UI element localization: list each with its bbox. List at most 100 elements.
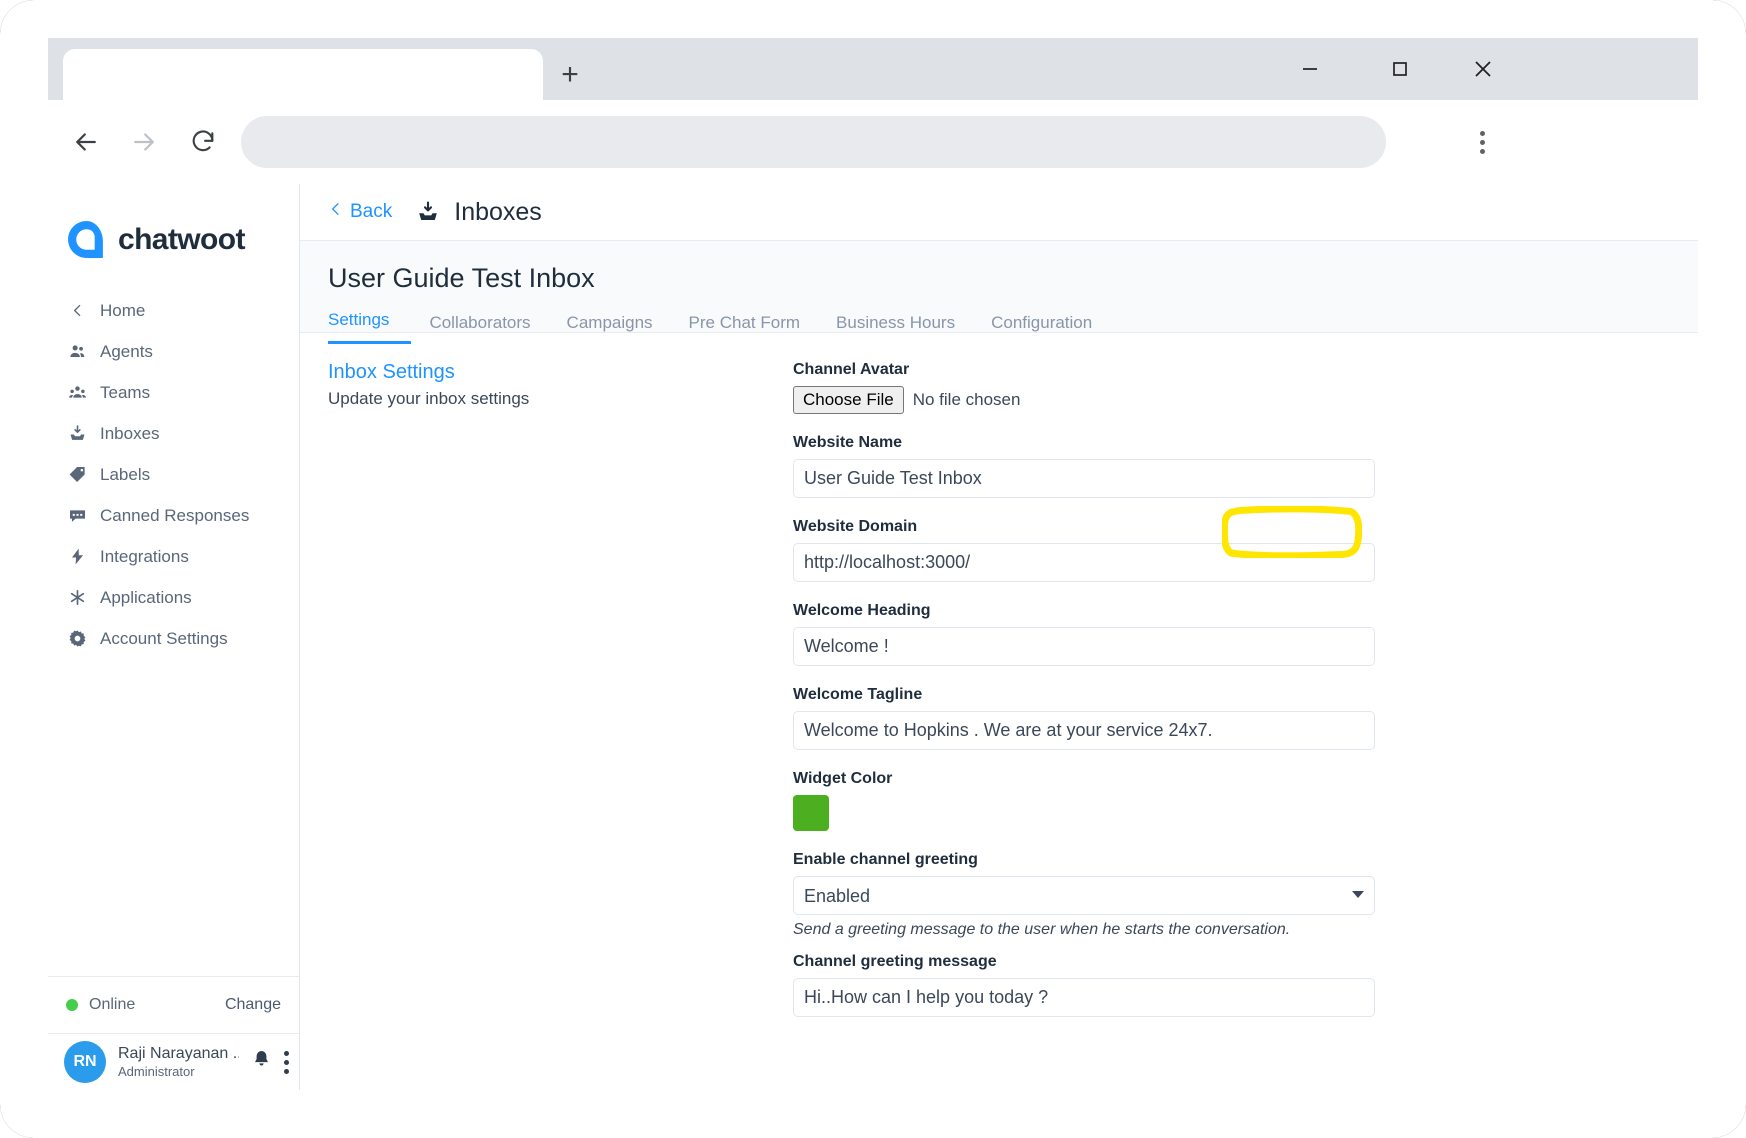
sidebar-bottom: Online Change RN Raji Narayanan ... Admi… xyxy=(48,976,299,1090)
file-status-text: No file chosen xyxy=(912,390,1021,409)
sidebar-item-agents[interactable]: Agents xyxy=(48,331,299,372)
channel-avatar-label: Channel Avatar xyxy=(793,361,910,378)
sidebar-item-label: Labels xyxy=(100,464,151,484)
channel-greeting-message-input[interactable] xyxy=(793,978,1375,1017)
inbox-icon xyxy=(68,424,87,443)
enable-channel-greeting-select[interactable]: Enabled Not enabled xyxy=(793,876,1375,915)
website-name-input[interactable] xyxy=(793,459,1375,498)
website-domain-label: Website Domain xyxy=(793,518,918,535)
browser-toolbar xyxy=(48,100,1698,184)
field-welcome-heading: Welcome Heading xyxy=(793,602,1375,666)
welcome-tagline-input[interactable] xyxy=(793,711,1375,750)
settings-body: Inbox Settings Update your inbox setting… xyxy=(300,333,1698,1037)
status-dot-icon xyxy=(66,999,78,1011)
field-website-name: Website Name xyxy=(793,434,1375,498)
browser-tab-strip: + xyxy=(48,38,1698,100)
vertical-dots-icon[interactable] xyxy=(284,1050,289,1074)
website-name-label: Website Name xyxy=(793,434,903,451)
forward-arrow-icon xyxy=(134,133,154,151)
tab-collaborators[interactable]: Collaborators xyxy=(411,313,548,344)
availability-status: Online xyxy=(66,996,135,1014)
inbox-icon xyxy=(416,200,440,224)
chat-bubble-icon xyxy=(68,506,87,525)
profile-row[interactable]: RN Raji Narayanan ... Administrator xyxy=(48,1033,299,1090)
availability-row: Online Change xyxy=(48,976,299,1033)
back-link-label: Back xyxy=(350,201,393,222)
inbox-settings-title: Inbox Settings xyxy=(328,361,455,383)
window-close-button[interactable] xyxy=(1453,46,1513,92)
bolt-icon xyxy=(68,547,87,566)
address-bar[interactable] xyxy=(241,116,1386,168)
device-bezel: + chatwoot Home Agents Teams Inboxes Lab… xyxy=(0,0,1746,1138)
website-domain-input[interactable] xyxy=(793,543,1375,582)
kebab-menu-icon xyxy=(1479,130,1485,154)
browser-forward-button[interactable] xyxy=(120,118,168,166)
field-channel-greeting-message: Channel greeting message xyxy=(793,953,1375,1017)
profile-role: Administrator xyxy=(118,1064,195,1079)
asterisk-icon xyxy=(68,588,87,607)
window-minimize-button[interactable] xyxy=(1280,46,1340,92)
close-icon xyxy=(1475,61,1491,77)
tab-campaigns[interactable]: Campaigns xyxy=(549,313,671,344)
field-channel-avatar: Channel Avatar Choose File No file chose… xyxy=(793,361,1375,414)
chevron-left-icon xyxy=(68,301,87,320)
settings-left-column: Inbox Settings Update your inbox setting… xyxy=(328,361,793,1037)
sidebar-item-inboxes[interactable]: Inboxes xyxy=(48,413,299,454)
field-widget-color: Widget Color xyxy=(793,770,1375,831)
brand-name: chatwoot xyxy=(118,222,245,256)
window-maximize-button[interactable] xyxy=(1370,46,1430,92)
agents-icon xyxy=(68,342,87,361)
browser-menu-button[interactable] xyxy=(1458,118,1506,166)
sidebar-item-home[interactable]: Home xyxy=(48,290,299,331)
browser-tab[interactable] xyxy=(63,49,543,100)
sidebar: chatwoot Home Agents Teams Inboxes Label… xyxy=(48,184,300,1090)
chatwoot-logo-icon xyxy=(68,221,103,258)
browser-reload-button[interactable] xyxy=(179,118,227,166)
welcome-tagline-label: Welcome Tagline xyxy=(793,686,923,703)
sidebar-nav: Home Agents Teams Inboxes Labels Canned … xyxy=(48,290,299,659)
channel-greeting-message-label: Channel greeting message xyxy=(793,953,997,970)
avatar: RN xyxy=(64,1041,106,1083)
page-header-bar: Back Inboxes xyxy=(300,184,1698,241)
sidebar-item-integrations[interactable]: Integrations xyxy=(48,536,299,577)
tab-business-hours[interactable]: Business Hours xyxy=(818,313,973,344)
sidebar-item-canned-responses[interactable]: Canned Responses xyxy=(48,495,299,536)
sidebar-item-label: Integrations xyxy=(100,546,189,566)
field-welcome-tagline: Welcome Tagline xyxy=(793,686,1375,750)
choose-file-button[interactable]: Choose File xyxy=(793,386,904,414)
widget-color-swatch[interactable] xyxy=(793,795,829,831)
bell-icon[interactable] xyxy=(251,1049,272,1075)
tab-settings[interactable]: Settings xyxy=(328,310,412,344)
sidebar-item-teams[interactable]: Teams xyxy=(48,372,299,413)
sidebar-item-labels[interactable]: Labels xyxy=(48,454,299,495)
tab-pre-chat-form[interactable]: Pre Chat Form xyxy=(671,313,818,344)
page-title: Inboxes xyxy=(454,197,542,226)
back-link[interactable]: Back xyxy=(328,201,392,223)
sidebar-item-label: Teams xyxy=(100,382,151,402)
brand-logo-area[interactable]: chatwoot xyxy=(48,184,299,260)
app-viewport: chatwoot Home Agents Teams Inboxes Label… xyxy=(48,184,1698,1090)
sidebar-item-applications[interactable]: Applications xyxy=(48,577,299,618)
sidebar-item-account-settings[interactable]: Account Settings xyxy=(48,618,299,659)
chevron-left-icon xyxy=(328,201,344,223)
inbox-settings-subtitle: Update your inbox settings xyxy=(328,389,530,408)
enable-channel-greeting-label: Enable channel greeting xyxy=(793,851,978,868)
welcome-heading-input[interactable] xyxy=(793,627,1375,666)
status-label: Online xyxy=(89,996,136,1013)
browser-window: + chatwoot Home Agents Teams Inboxes Lab… xyxy=(48,38,1698,1090)
inbox-settings-header: User Guide Test Inbox Settings Collabora… xyxy=(300,241,1698,344)
tab-configuration[interactable]: Configuration xyxy=(973,313,1110,344)
file-input-row: Choose File No file chosen xyxy=(793,386,1375,414)
inbox-name-heading: User Guide Test Inbox xyxy=(328,263,595,293)
welcome-heading-label: Welcome Heading xyxy=(793,602,931,619)
new-tab-button[interactable]: + xyxy=(553,60,587,94)
minimize-icon xyxy=(1303,68,1317,70)
maximize-icon xyxy=(1393,62,1407,76)
widget-color-label: Widget Color xyxy=(793,770,893,787)
sidebar-item-label: Applications xyxy=(100,587,192,607)
back-arrow-icon xyxy=(76,133,96,151)
field-enable-channel-greeting: Enable channel greeting Enabled Not enab… xyxy=(793,851,1375,939)
change-availability-link[interactable]: Change xyxy=(225,996,281,1014)
browser-back-button[interactable] xyxy=(62,118,110,166)
teams-icon xyxy=(68,383,87,402)
